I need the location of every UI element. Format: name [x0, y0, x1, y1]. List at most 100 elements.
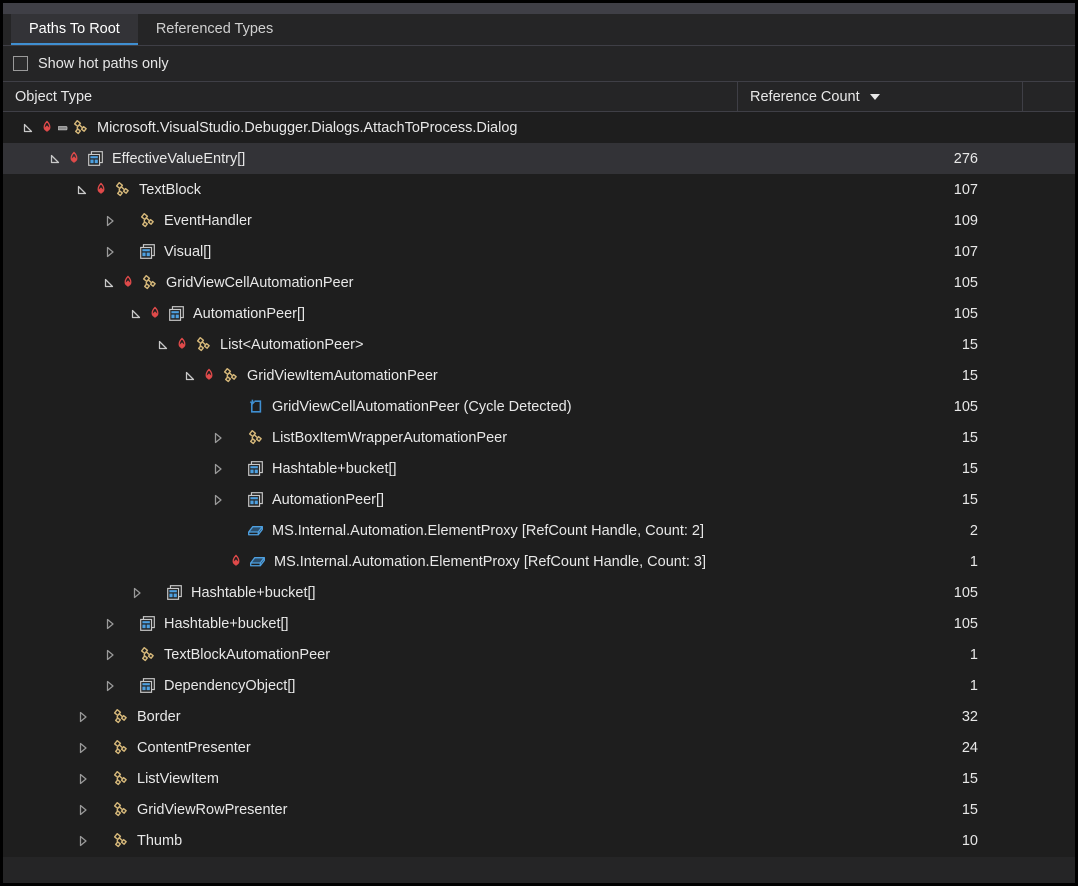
tree-row[interactable]: Border32	[3, 701, 1075, 732]
tree-row-object-type-cell: Hashtable+bucket[]	[3, 584, 738, 601]
show-hot-paths-only-label: Show hot paths only	[38, 56, 169, 72]
tree-row[interactable]: EventHandler109	[3, 205, 1075, 236]
expander-collapsed-icon[interactable]	[102, 244, 118, 260]
tree-row[interactable]: AutomationPeer[]15	[3, 484, 1075, 515]
expander-expanded-icon[interactable]	[21, 120, 37, 136]
tree-row[interactable]: TextBlockAutomationPeer 1	[3, 639, 1075, 670]
tree-row-object-type-cell: DependencyObject[]	[3, 677, 738, 694]
tree-row-object-type-cell: EventHandler	[3, 212, 738, 229]
paths-to-root-tree[interactable]: Microsoft.VisualStudio.Debugger.Dialogs.…	[3, 112, 1075, 857]
tree-row-reference-count: 1	[738, 647, 1023, 663]
tree-row-object-type-cell: TextBlock	[3, 181, 738, 198]
tree-row[interactable]: List<AutomationPeer>15	[3, 329, 1075, 360]
tree-row[interactable]: ListViewItem15	[3, 763, 1075, 794]
column-header-object-type[interactable]: Object Type	[3, 82, 738, 111]
tree-row-label: AutomationPeer[]	[193, 306, 305, 322]
tree-row[interactable]: Hashtable+bucket[]15	[3, 453, 1075, 484]
tree-row[interactable]: AutomationPeer[]105	[3, 298, 1075, 329]
handle-object-icon	[245, 522, 266, 539]
expander-collapsed-icon[interactable]	[102, 616, 118, 632]
tree-row-reference-count: 105	[738, 616, 1023, 632]
tree-row[interactable]: Microsoft.VisualStudio.Debugger.Dialogs.…	[3, 112, 1075, 143]
tree-row[interactable]: Hashtable+bucket[]105	[3, 577, 1075, 608]
tree-row-reference-count: 15	[738, 368, 1023, 384]
tree-row[interactable]: Hashtable+bucket[]105	[3, 608, 1075, 639]
class-icon	[137, 646, 158, 663]
expander-collapsed-icon[interactable]	[102, 213, 118, 229]
tree-row-label: ListBoxItemWrapperAutomationPeer	[272, 430, 507, 446]
tree-row[interactable]: GridViewCellAutomationPeer (Cycle Detect…	[3, 391, 1075, 422]
show-hot-paths-only-checkbox[interactable]	[13, 56, 28, 71]
tree-row[interactable]: GridViewCellAutomationPeer105	[3, 267, 1075, 298]
tab-paths-to-root[interactable]: Paths To Root	[11, 14, 138, 45]
expander-collapsed-icon[interactable]	[102, 647, 118, 663]
column-header-reference-count[interactable]: Reference Count	[738, 82, 1023, 111]
expander-collapsed-icon[interactable]	[75, 709, 91, 725]
column-header-row: Object Type Reference Count	[3, 82, 1075, 112]
array-icon	[137, 677, 158, 694]
panel-splitter[interactable]	[3, 3, 1075, 14]
tree-row-reference-count: 1	[738, 554, 1023, 570]
tree-row[interactable]: EffectiveValueEntry[]276	[3, 143, 1075, 174]
tree-row-label: GridViewItemAutomationPeer	[247, 368, 438, 384]
tab-label: Paths To Root	[29, 21, 120, 37]
tree-row-object-type-cell: GridViewCellAutomationPeer	[3, 274, 738, 291]
tree-row-reference-count: 24	[738, 740, 1023, 756]
expander-expanded-icon[interactable]	[183, 368, 199, 384]
array-icon	[245, 460, 266, 477]
tree-row-reference-count: 15	[738, 461, 1023, 477]
tree-row-object-type-cell: ListViewItem	[3, 770, 738, 787]
tree-row[interactable]: Thumb10	[3, 825, 1075, 856]
column-header-spacer	[1023, 82, 1075, 111]
tree-row-reference-count: 105	[738, 399, 1023, 415]
tree-row-object-type-cell: Thumb	[3, 832, 738, 849]
cycle-detected-icon	[245, 398, 266, 415]
tree-row-label: ContentPresenter	[137, 740, 251, 756]
expander-expanded-icon[interactable]	[75, 182, 91, 198]
expander-expanded-icon[interactable]	[48, 151, 64, 167]
expander-collapsed-icon[interactable]	[210, 430, 226, 446]
filter-row: Show hot paths only	[3, 46, 1075, 82]
expander-expanded-icon[interactable]	[156, 337, 172, 353]
class-icon	[110, 708, 131, 725]
column-header-object-type-label: Object Type	[15, 89, 92, 105]
tree-row-reference-count: 15	[738, 802, 1023, 818]
expander-collapsed-icon[interactable]	[75, 833, 91, 849]
expander-collapsed-icon[interactable]	[75, 771, 91, 787]
expander-expanded-icon[interactable]	[129, 306, 145, 322]
tree-row[interactable]: Visual[]107	[3, 236, 1075, 267]
expander-collapsed-icon[interactable]	[75, 802, 91, 818]
handle-object-icon	[247, 553, 268, 570]
tab-referenced-types[interactable]: Referenced Types	[138, 14, 291, 45]
tree-row[interactable]: MS.Internal.Automation.ElementProxy [Ref…	[3, 546, 1075, 577]
tree-row[interactable]: ContentPresenter 24	[3, 732, 1075, 763]
hot-path-flame-icon	[64, 151, 83, 167]
tree-row[interactable]: ListBoxItemWrapperAutomationPeer 15	[3, 422, 1075, 453]
expander-collapsed-icon[interactable]	[210, 492, 226, 508]
tree-row-label: Border	[137, 709, 181, 725]
tree-row-reference-count: 105	[738, 275, 1023, 291]
expander-collapsed-icon[interactable]	[102, 678, 118, 694]
tree-row[interactable]: GridViewItemAutomationPeer 15	[3, 360, 1075, 391]
tree-row-reference-count: 15	[738, 430, 1023, 446]
expander-expanded-icon[interactable]	[102, 275, 118, 291]
hot-path-flame-icon	[145, 306, 164, 322]
tree-row[interactable]: MS.Internal.Automation.ElementProxy [Ref…	[3, 515, 1075, 546]
sort-descending-icon	[870, 94, 880, 100]
root-reference-marker-icon	[58, 120, 68, 136]
expander-collapsed-icon[interactable]	[75, 740, 91, 756]
array-icon	[85, 150, 106, 167]
hot-path-flame-icon	[172, 337, 191, 353]
class-icon	[112, 181, 133, 198]
tree-row-label: Thumb	[137, 833, 182, 849]
tree-row[interactable]: DependencyObject[]1	[3, 670, 1075, 701]
tree-row[interactable]: TextBlock107	[3, 174, 1075, 205]
tree-row-label: List<AutomationPeer>	[220, 337, 363, 353]
expander-collapsed-icon[interactable]	[210, 461, 226, 477]
tree-row-label: TextBlockAutomationPeer	[164, 647, 330, 663]
tree-row-object-type-cell: EffectiveValueEntry[]	[3, 150, 738, 167]
tree-row[interactable]: GridViewRowPresenter15	[3, 794, 1075, 825]
expander-collapsed-icon[interactable]	[129, 585, 145, 601]
tab-strip: Paths To Root Referenced Types	[3, 14, 1075, 46]
class-icon	[110, 832, 131, 849]
